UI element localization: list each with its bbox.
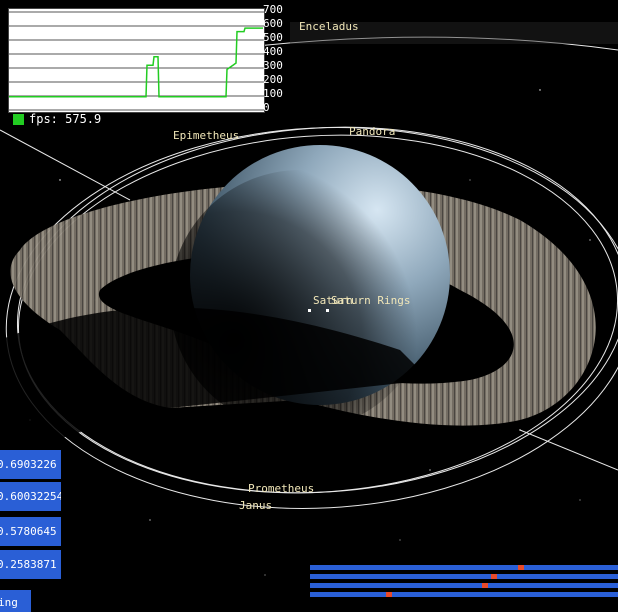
fps-graph — [8, 8, 265, 113]
rings-marker[interactable] — [326, 309, 329, 312]
slider-track[interactable] — [310, 574, 618, 579]
fps-legend-swatch — [13, 114, 24, 125]
saturn-marker[interactable] — [308, 309, 311, 312]
label-prometheus[interactable]: Prometheus — [248, 482, 314, 495]
slider-knob[interactable] — [491, 574, 497, 579]
bottom-tab[interactable]: ing — [0, 590, 31, 612]
label-pandora[interactable]: Pandora — [349, 125, 395, 138]
label-saturn-rings[interactable]: Saturn Rings — [331, 294, 410, 307]
fps-tick-label: 700 — [263, 3, 283, 16]
slider-knob[interactable] — [386, 592, 392, 597]
value-box-3[interactable]: 0.5780645 — [0, 517, 61, 546]
slider-track[interactable] — [310, 565, 618, 570]
value-box-4[interactable]: 0.2583871 — [0, 550, 61, 579]
slider-knob[interactable] — [482, 583, 488, 588]
label-enceladus[interactable]: Enceladus — [299, 20, 359, 33]
fps-tick-label: 300 — [263, 59, 283, 72]
fps-tick-label: 600 — [263, 17, 283, 30]
fps-tick-label: 400 — [263, 45, 283, 58]
fps-tick-label: 200 — [263, 73, 283, 86]
value-box-1[interactable]: 0.6903226 — [0, 450, 61, 479]
slider-knob[interactable] — [518, 565, 524, 570]
fps-readout: fps: 575.9 — [29, 112, 102, 126]
value-box-2[interactable]: 0.60032254 — [0, 482, 61, 511]
slider-track[interactable] — [310, 592, 618, 597]
fps-line — [9, 27, 263, 98]
label-epimetheus[interactable]: Epimetheus — [173, 129, 239, 142]
fps-tick-label: 500 — [263, 31, 283, 44]
fps-tick-label: 0 — [263, 101, 270, 114]
slider-track[interactable] — [310, 583, 618, 588]
fps-tick-label: 100 — [263, 87, 283, 100]
fps-plot — [9, 11, 264, 111]
label-janus[interactable]: Janus — [239, 499, 272, 512]
